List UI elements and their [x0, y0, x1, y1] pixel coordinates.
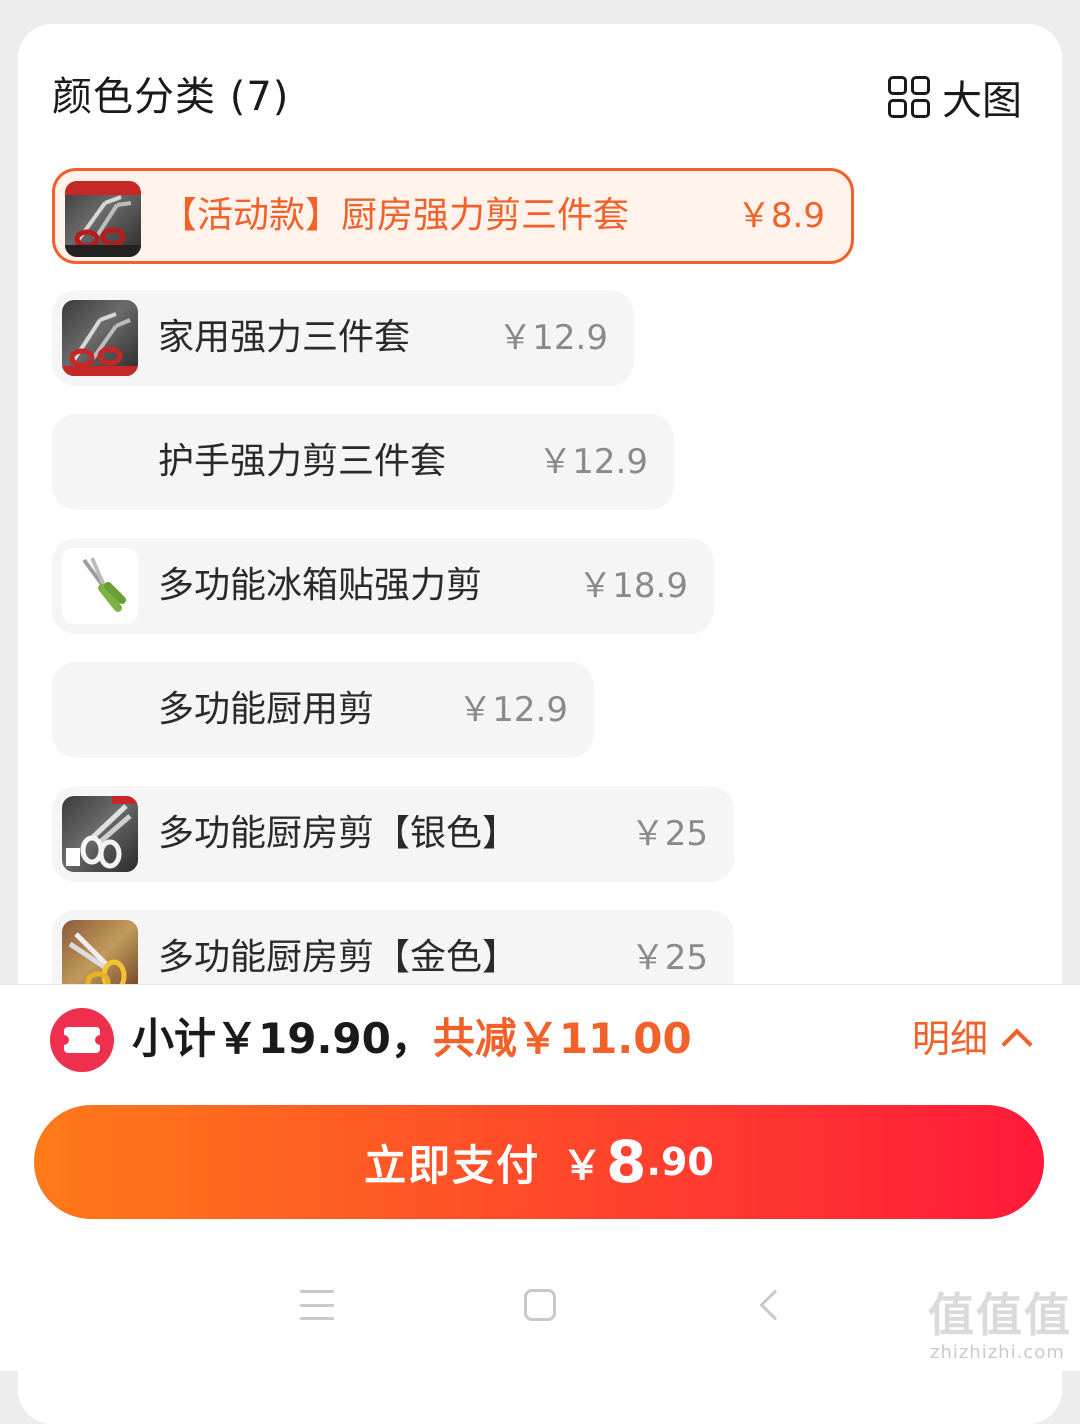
variant-thumbnail [62, 300, 138, 376]
system-nav-bar [0, 1270, 1080, 1340]
discount-text: 共减￥11.00 [432, 1014, 692, 1063]
price-summary: 小计￥19.90，共减￥11.00 [132, 1011, 692, 1067]
variant-label: 多功能冰箱贴强力剪 [158, 565, 483, 606]
pay-now-button[interactable]: 立即支付 ￥ 8 .90 [34, 1105, 1044, 1219]
subtotal-text: 小计￥19.90， [132, 1014, 433, 1063]
variant-price: ￥12.9 [498, 318, 608, 358]
variant-thumbnail [62, 796, 138, 872]
grid-icon [888, 76, 930, 118]
pay-currency: ￥ [562, 1143, 603, 1189]
variant-option-activity-set[interactable]: 【活动款】厨房强力剪三件套 ￥8.9 [52, 168, 854, 264]
menu-icon[interactable] [300, 1290, 334, 1320]
pay-label: 立即支付 [364, 1140, 541, 1190]
variant-price: ￥8.9 [736, 196, 825, 236]
variant-price: ￥12.9 [458, 690, 568, 730]
variant-thumbnail [62, 548, 138, 624]
variant-option-fridge-magnet[interactable]: 多功能冰箱贴强力剪 ￥18.9 [52, 538, 714, 634]
big-image-toggle[interactable]: 大图 [888, 70, 1022, 124]
watermark-logo: 值值值 [928, 1288, 1072, 1342]
variant-label: 多功能厨用剪 [158, 689, 375, 730]
watermark-url: zhizhizhi.com [930, 1342, 1065, 1363]
home-icon[interactable] [524, 1289, 556, 1321]
variant-price: ￥18.9 [578, 566, 688, 606]
variant-label: 护手强力剪三件套 [158, 441, 447, 482]
detail-label: 明细 [911, 1017, 988, 1061]
variant-option-home-set[interactable]: 家用强力三件套 ￥12.9 [52, 290, 634, 386]
price-detail-toggle[interactable]: 明细 [911, 1011, 1033, 1067]
variant-option-hand-guard-set[interactable]: 护手强力剪三件套 ￥12.9 [52, 414, 674, 510]
variant-label: 多功能厨房剪【银色】 [158, 813, 519, 854]
variant-price: ￥25 [630, 814, 708, 854]
coupon-icon [50, 1008, 114, 1072]
variant-section-title: 颜色分类 (7) [52, 74, 290, 120]
big-image-label: 大图 [942, 78, 1022, 124]
pay-amount-decimal: .90 [646, 1140, 714, 1184]
variant-option-kitchen-scissors[interactable]: 多功能厨用剪 ￥12.9 [52, 662, 594, 758]
variant-thumbnail [65, 181, 141, 257]
variant-price: ￥12.9 [538, 442, 648, 482]
variant-option-silver[interactable]: 多功能厨房剪【银色】 ￥25 [52, 786, 734, 882]
back-icon[interactable] [759, 1289, 791, 1321]
variant-label: 家用强力三件套 [158, 317, 411, 358]
variant-label: 【活动款】厨房强力剪三件套 [161, 195, 630, 236]
pay-amount-integer: 8 [606, 1128, 647, 1196]
chevron-up-icon [1001, 1028, 1033, 1060]
